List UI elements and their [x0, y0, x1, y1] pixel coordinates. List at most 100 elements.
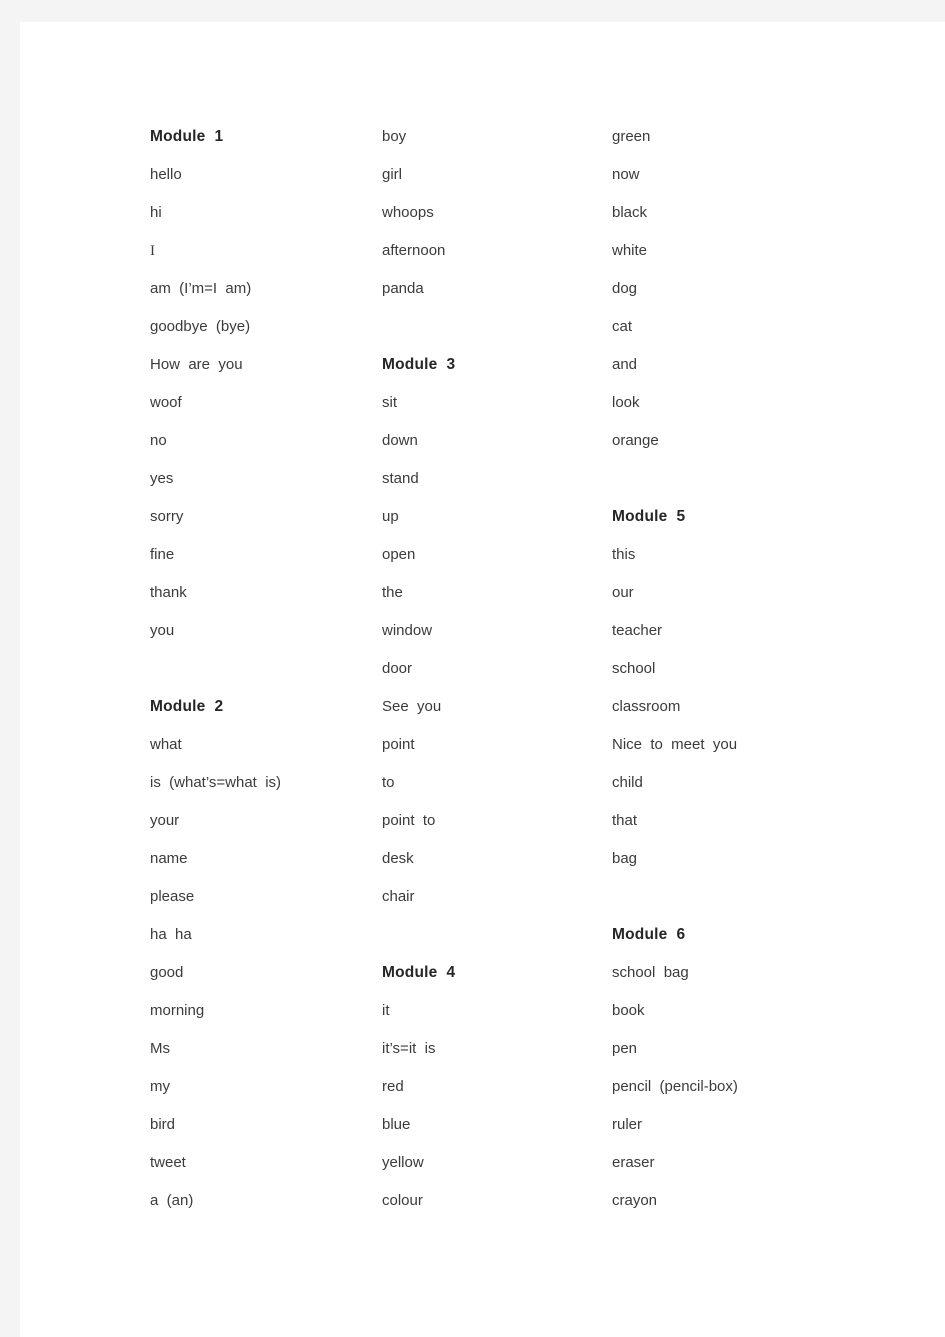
module-heading: Module 6 — [612, 926, 686, 943]
word-item: green — [612, 128, 651, 145]
word-item: now — [612, 166, 640, 183]
module-spacer — [612, 460, 910, 498]
word-item: book — [612, 1002, 645, 1019]
word-item: point to — [382, 812, 436, 829]
word-item: black — [612, 204, 648, 221]
word-item: stand — [382, 470, 419, 487]
word-item: boy — [382, 128, 407, 145]
word-item: am (I’m=I am) — [150, 280, 252, 297]
word-item: crayon — [612, 1192, 658, 1209]
word-item: Ms — [150, 1040, 170, 1057]
word-item: ha ha — [150, 926, 192, 943]
vocabulary-column-3: green now black white dog cat and look o… — [612, 118, 910, 1220]
word-item: classroom — [612, 698, 681, 715]
word-item: yes — [150, 470, 174, 487]
word-item: a (an) — [150, 1192, 194, 1209]
word-item: fine — [150, 546, 175, 563]
word-item: hello — [150, 166, 182, 183]
document-page: Module 1 hello hi I am (I’m=I am) goodby… — [20, 22, 945, 1337]
word-item: look — [612, 394, 640, 411]
module-spacer — [612, 878, 910, 916]
word-item: orange — [612, 432, 659, 449]
module-block: Module 3 sit down stand up open the wind… — [382, 346, 612, 916]
word-item: afternoon — [382, 242, 446, 259]
word-item: and — [612, 356, 638, 373]
word-item: school — [612, 660, 656, 677]
module-block: Module 6 school bag book pen pencil (pen… — [612, 916, 910, 1220]
module-heading: Module 5 — [612, 508, 686, 525]
word-item: open — [382, 546, 416, 563]
word-item: no — [150, 432, 167, 449]
word-item: it’s=it is — [382, 1040, 436, 1057]
word-item: your — [150, 812, 180, 829]
word-item: yellow — [382, 1154, 424, 1171]
module-block: Module 1 hello hi I am (I’m=I am) goodby… — [150, 118, 382, 650]
module-heading: Module 1 — [150, 128, 224, 145]
word-item: good — [150, 964, 184, 981]
word-item: white — [612, 242, 648, 259]
word-item: door — [382, 660, 413, 677]
word-item: our — [612, 584, 634, 601]
word-item: what — [150, 736, 182, 753]
word-item: blue — [382, 1116, 411, 1133]
word-item: colour — [382, 1192, 423, 1209]
word-item: is (what’s=what is) — [150, 774, 282, 791]
module-block: Module 5 this our teacher school classro… — [612, 498, 910, 878]
word-item: morning — [150, 1002, 205, 1019]
word-item: See you — [382, 698, 442, 715]
word-item: I — [150, 243, 155, 259]
word-item: name — [150, 850, 188, 867]
word-item: my — [150, 1078, 170, 1095]
word-item: pen — [612, 1040, 638, 1057]
word-item: the — [382, 584, 403, 601]
word-item: you — [150, 622, 175, 639]
word-item: Nice to meet you — [612, 736, 738, 753]
module-block: Module 2 what is (what’s=what is) your n… — [150, 688, 382, 1220]
word-item: cat — [612, 318, 633, 335]
word-item: ruler — [612, 1116, 643, 1133]
vocabulary-columns: Module 1 hello hi I am (I’m=I am) goodby… — [150, 118, 910, 1220]
word-item: girl — [382, 166, 403, 183]
word-item: goodbye (bye) — [150, 318, 251, 335]
word-item: it — [382, 1002, 390, 1019]
module-spacer — [150, 650, 382, 688]
word-item: pencil (pencil-box) — [612, 1078, 738, 1095]
word-item: this — [612, 546, 636, 563]
word-item: bag — [612, 850, 638, 867]
word-item: school bag — [612, 964, 689, 981]
word-item: desk — [382, 850, 414, 867]
vocabulary-column-1: Module 1 hello hi I am (I’m=I am) goodby… — [150, 118, 382, 1220]
word-item: tweet — [150, 1154, 186, 1171]
module-spacer — [382, 308, 612, 346]
module-block-continuation: boy girl whoops afternoon panda — [382, 118, 612, 308]
word-item: How are you — [150, 356, 243, 373]
module-block: Module 4 it it’s=it is red blue yellow c… — [382, 954, 612, 1220]
word-item: point — [382, 736, 415, 753]
word-item: dog — [612, 280, 638, 297]
word-item: bird — [150, 1116, 176, 1133]
word-item: that — [612, 812, 638, 829]
word-item: child — [612, 774, 643, 791]
word-item: thank — [150, 584, 187, 601]
module-heading: Module 3 — [382, 356, 456, 373]
module-heading: Module 2 — [150, 698, 224, 715]
module-block-continuation: green now black white dog cat and look o… — [612, 118, 910, 460]
word-item: whoops — [382, 204, 434, 221]
word-item: panda — [382, 280, 424, 297]
word-item: to — [382, 774, 395, 791]
word-item: sit — [382, 394, 397, 411]
word-item: hi — [150, 204, 162, 221]
word-item: eraser — [612, 1154, 655, 1171]
word-item: window — [382, 622, 433, 639]
word-item: woof — [150, 394, 182, 411]
word-item: down — [382, 432, 418, 449]
word-item: chair — [382, 888, 415, 905]
module-heading: Module 4 — [382, 964, 456, 981]
module-spacer — [382, 916, 612, 954]
vocabulary-column-2: boy girl whoops afternoon panda Module 3… — [382, 118, 612, 1220]
word-item: up — [382, 508, 399, 525]
word-item: sorry — [150, 508, 184, 525]
word-item: red — [382, 1078, 404, 1095]
word-item: please — [150, 888, 195, 905]
word-item: teacher — [612, 622, 663, 639]
